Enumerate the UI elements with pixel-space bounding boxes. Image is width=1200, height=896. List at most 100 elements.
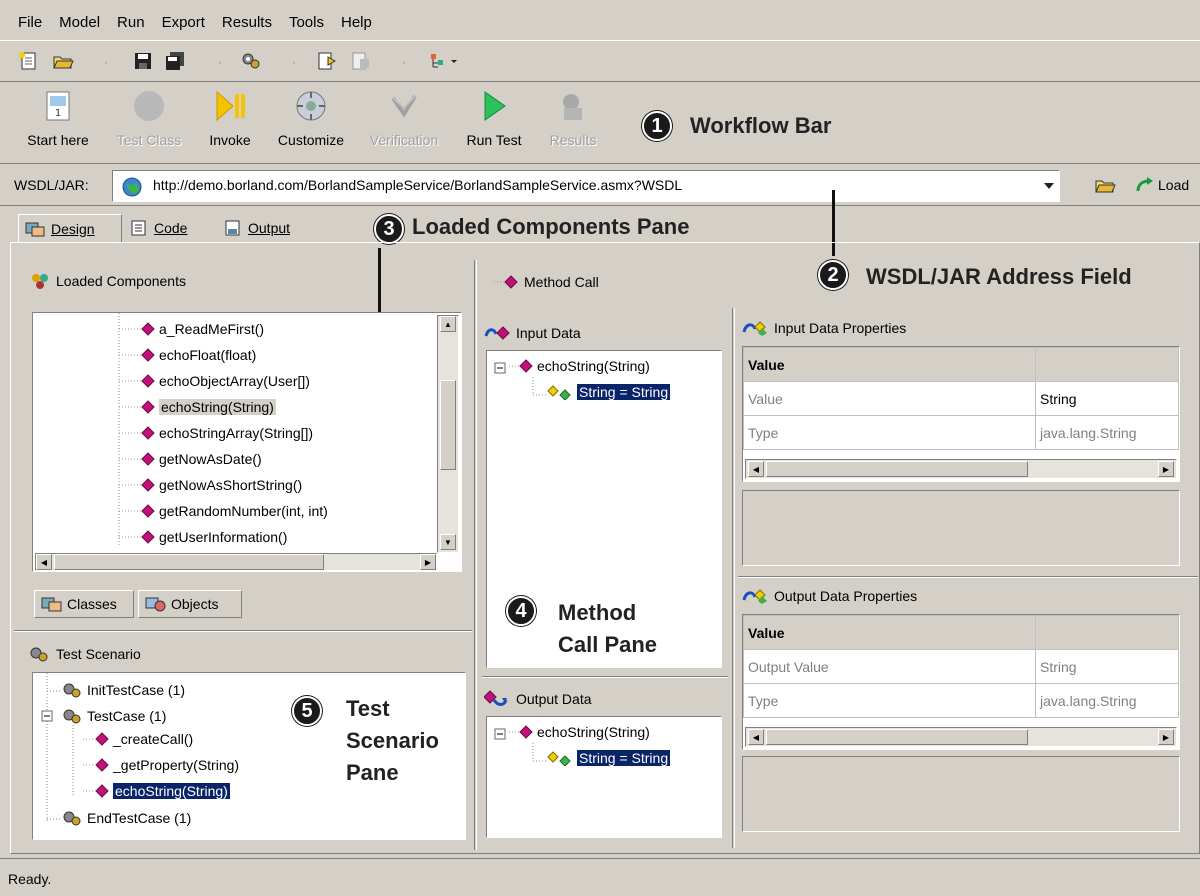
customize-button[interactable]: Customize [268,88,354,148]
tab-design[interactable]: Design [18,214,122,242]
scroll-up-button[interactable]: ▲ [440,316,456,332]
loaded-vertical-scrollbar[interactable]: ▲ ▼ [437,315,459,553]
tab-classes[interactable]: Classes [34,590,134,618]
prop-value[interactable]: String [1035,381,1179,416]
menu-file[interactable]: File [18,14,42,31]
loaded-component-item[interactable]: getNowAsShortString() [119,477,302,493]
loaded-components-label: Loaded Components [56,273,186,289]
save-icon[interactable] [132,51,154,71]
loaded-component-item[interactable]: echoFloat(float) [119,347,256,363]
test-scenario-tree: InitTestCase (1) TestCase (1) _createCal… [32,672,466,840]
menu-run[interactable]: Run [117,14,145,31]
splitter[interactable] [738,576,1198,578]
run-test-label: Run Test [466,132,522,148]
start-here-button[interactable]: 1 Start here [18,88,98,148]
save-all-icon[interactable] [164,51,186,71]
tree-item-input-child[interactable]: String = String [547,384,671,400]
loaded-component-item[interactable]: echoString(String) [119,399,276,415]
wsdl-address-field[interactable]: http://demo.borland.com/BorlandSampleSer… [112,170,1060,202]
scroll-left-button[interactable]: ◀ [748,461,764,477]
output-props-grid: Value Output Value String Type java.lang.S… [742,614,1180,750]
prop-row[interactable]: Output Value String [743,649,1179,684]
menu-export[interactable]: Export [162,14,205,31]
loaded-component-item[interactable]: a_ReadMeFirst() [119,321,264,337]
scroll-thumb[interactable] [54,554,324,570]
tree-item-output-child[interactable]: String = String [547,750,671,766]
tab-output-label: Output [248,220,291,236]
chevron-down-icon[interactable] [1042,179,1056,193]
callout-method-call-pane-line2: Call Pane [558,632,658,657]
run-test-button[interactable]: Run Test [456,88,532,148]
method-icon [119,400,155,414]
loaded-horizontal-scrollbar[interactable]: ◀ ▶ [35,553,437,571]
loaded-component-item[interactable]: getUserInformation() [119,529,287,545]
tree-item-output-root[interactable]: echoString(String) [509,724,650,740]
parameter-icon [547,751,571,766]
verification-button[interactable]: Verification [358,88,450,148]
tree-item-echo-string[interactable]: echoString(String) [83,783,230,799]
design-icon [25,222,45,236]
tree-item-test-case[interactable]: TestCase (1) [61,707,166,725]
loaded-component-item[interactable]: echoStringArray(String[]) [119,425,313,441]
hierarchy-dropdown-icon[interactable] [428,51,458,71]
loaded-component-item[interactable]: getRandomNumber(int, int) [119,503,328,519]
loaded-component-label: getNowAsShortString() [159,477,303,493]
splitter[interactable] [482,676,728,678]
scroll-right-button[interactable]: ▶ [420,554,436,570]
gears-icon [63,811,81,826]
results-label: Results [549,132,597,148]
prop-key: Value [743,381,1036,416]
test-class-icon [134,91,164,121]
menu-results[interactable]: Results [222,14,272,31]
output-props-horizontal-scrollbar[interactable]: ◀ ▶ [745,727,1177,747]
load-arrow-icon[interactable] [1134,175,1156,195]
open-folder-icon[interactable] [52,51,74,71]
tab-objects[interactable]: Objects [138,590,242,618]
menu-tools[interactable]: Tools [289,14,324,31]
callout-badge-5: 5 [292,696,322,726]
splitter[interactable] [14,630,472,632]
scroll-thumb[interactable] [766,729,1028,745]
invoke-button[interactable]: Invoke [198,88,262,148]
scroll-right-button[interactable]: ▶ [1158,729,1174,745]
tree-item-get-property[interactable]: _getProperty(String) [83,757,239,773]
test-class-label: Test Class [116,132,182,148]
results-button[interactable]: Results [540,88,606,148]
menu-model[interactable]: Model [59,14,100,31]
tree-item-create-call[interactable]: _createCall() [83,731,193,747]
toolbar-separator: · [402,55,406,69]
method-icon [83,758,109,772]
tab-output[interactable]: Output [218,214,324,242]
callout-test-scenario-pane-line1: Test [346,696,390,721]
gears-icon[interactable] [240,51,262,71]
prop-row[interactable]: Type java.lang.String [743,415,1179,450]
tab-code[interactable]: Code [124,214,214,242]
loaded-component-item[interactable]: echoObjectArray(User[]) [119,373,310,389]
new-file-icon[interactable] [18,51,40,71]
tree-item-init-test-case[interactable]: InitTestCase (1) [61,681,185,699]
method-icon [509,359,533,373]
input-props-horizontal-scrollbar[interactable]: ◀ ▶ [745,459,1177,479]
open-folder-icon[interactable] [1094,175,1116,195]
prop-value: java.lang.String [1035,415,1179,450]
tree-item-input-root[interactable]: echoString(String) [509,358,650,374]
run-script-icon[interactable] [316,51,338,71]
test-class-button[interactable]: Test Class [104,88,194,148]
loaded-component-label: echoStringArray(String[]) [159,425,314,441]
prop-row[interactable]: Value String [743,381,1179,416]
scroll-thumb[interactable] [766,461,1028,477]
loaded-component-item[interactable]: getNowAsDate() [119,451,262,467]
scroll-right-button[interactable]: ▶ [1158,461,1174,477]
vertical-splitter[interactable] [732,308,735,848]
verification-icon [391,94,417,118]
tree-item-end-test-case[interactable]: EndTestCase (1) [61,809,191,827]
vertical-splitter[interactable] [474,260,477,850]
menu-help[interactable]: Help [341,14,372,31]
scroll-thumb[interactable] [440,380,456,470]
prop-row[interactable]: Type java.lang.String [743,683,1179,718]
scroll-down-button[interactable]: ▼ [440,534,456,550]
start-here-label: Start here [27,132,89,148]
scroll-left-button[interactable]: ◀ [36,554,52,570]
scroll-left-button[interactable]: ◀ [748,729,764,745]
load-button[interactable]: Load [1158,177,1189,193]
